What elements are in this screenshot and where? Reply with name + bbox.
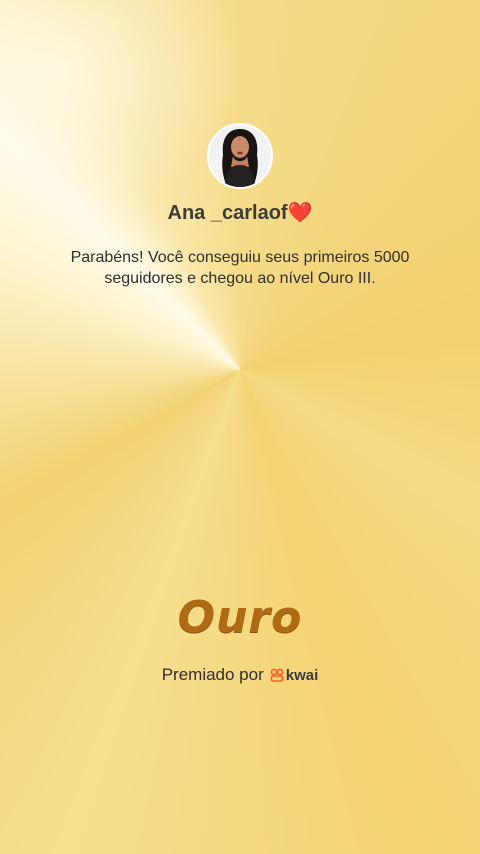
kwai-brand-text: kwai [285, 666, 319, 684]
avatar[interactable] [207, 123, 273, 189]
heart-icon: ❤️ [287, 200, 313, 224]
congratulations-message: Parabéns! Você conseguiu seus primeiros … [70, 249, 410, 287]
awarded-by-row: Premiado por kwai [0, 665, 480, 685]
kwai-logo-icon [270, 668, 284, 682]
awarded-by-label: Premiado por [161, 665, 264, 684]
kwai-brand: kwai [270, 666, 319, 684]
level-title: Ouro [177, 592, 303, 643]
username: Ana _carlaof❤️ [0, 200, 480, 225]
username-text: Ana _carlaof [167, 202, 288, 224]
